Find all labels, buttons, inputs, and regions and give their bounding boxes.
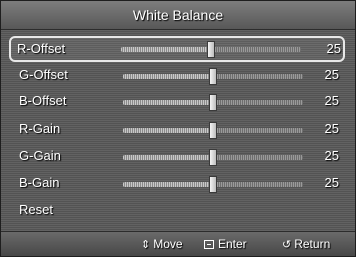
b-gain-value: 25 [324, 175, 339, 190]
g-offset-row[interactable]: G-Offset 25 [11, 63, 343, 87]
r-offset-slider[interactable] [121, 41, 301, 58]
menu-title: White Balance [1, 1, 355, 30]
r-gain-slider-thumb[interactable] [209, 122, 217, 139]
g-gain-value: 25 [324, 148, 339, 163]
move-hint-label: Move [153, 237, 183, 251]
r-gain-row[interactable]: R-Gain 25 [11, 117, 343, 141]
r-offset-slider-fill [121, 47, 211, 52]
r-gain-label: R-Gain [19, 121, 61, 136]
b-gain-row[interactable]: B-Gain 25 [11, 171, 343, 195]
r-gain-slider[interactable] [123, 122, 303, 139]
b-offset-value: 25 [324, 93, 339, 108]
up-down-arrow-icon: ⇕ [141, 239, 151, 251]
g-offset-slider-thumb[interactable] [209, 68, 217, 85]
r-offset-slider-thumb[interactable] [207, 41, 215, 58]
g-offset-slider[interactable] [123, 68, 303, 85]
b-offset-slider-thumb[interactable] [209, 94, 217, 111]
g-offset-label: G-Offset [19, 67, 68, 82]
r-offset-label: R-Offset [17, 41, 66, 56]
return-icon: ↺ [282, 239, 292, 251]
g-gain-slider-fill [123, 155, 213, 160]
r-offset-value: 25 [326, 41, 341, 56]
reset-label: Reset [19, 202, 53, 217]
reset-row[interactable]: Reset [11, 198, 343, 222]
g-offset-value: 25 [324, 67, 339, 82]
move-hint: ⇕ Move [141, 237, 183, 251]
g-gain-slider-thumb[interactable] [209, 149, 217, 166]
g-gain-slider[interactable] [123, 149, 303, 166]
b-gain-label: B-Gain [19, 175, 60, 190]
b-offset-row[interactable]: B-Offset 25 [11, 89, 343, 113]
navigation-hint-bar: ⇕ Move Enter ↺ Return [1, 231, 355, 256]
enter-icon [204, 240, 214, 249]
return-hint: ↺ Return [282, 237, 330, 251]
b-offset-slider-fill [123, 100, 213, 105]
b-offset-slider[interactable] [123, 94, 303, 111]
g-offset-slider-fill [123, 74, 213, 79]
g-gain-label: G-Gain [19, 148, 61, 163]
g-gain-row[interactable]: G-Gain 25 [11, 144, 343, 168]
b-gain-slider[interactable] [123, 176, 303, 193]
white-balance-menu: White Balance R-Offset 25 G-Offset 25 B-… [0, 0, 356, 257]
b-offset-label: B-Offset [19, 93, 67, 108]
r-gain-slider-fill [123, 128, 213, 133]
r-gain-value: 25 [324, 121, 339, 136]
return-hint-label: Return [294, 237, 331, 251]
enter-hint: Enter [204, 237, 247, 251]
b-gain-slider-fill [123, 182, 213, 187]
enter-hint-label: Enter [218, 237, 247, 251]
r-offset-row[interactable]: R-Offset 25 [9, 36, 345, 62]
b-gain-slider-thumb[interactable] [209, 176, 217, 193]
